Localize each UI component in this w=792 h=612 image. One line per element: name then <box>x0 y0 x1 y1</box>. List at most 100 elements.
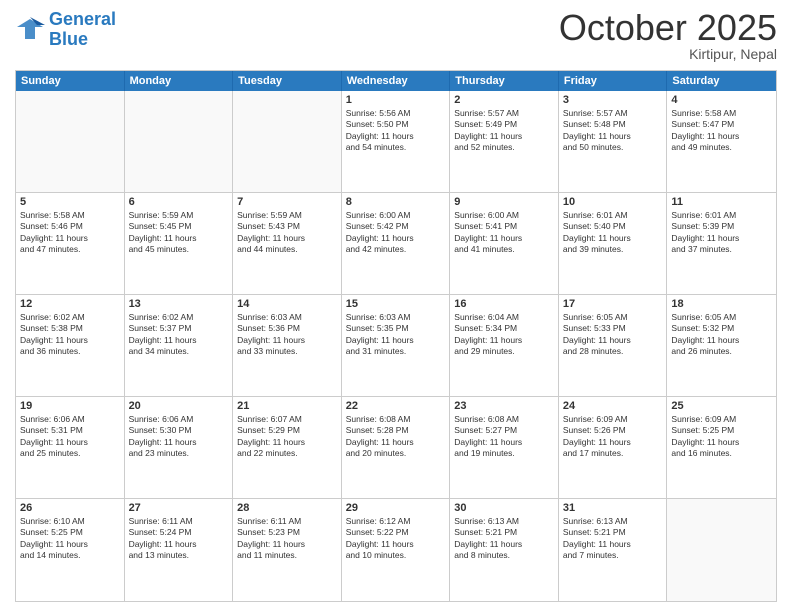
day-number: 30 <box>454 502 554 514</box>
calendar-page: General Blue October 2025 Kirtipur, Nepa… <box>0 0 792 612</box>
day-number: 14 <box>237 298 337 310</box>
day-number: 4 <box>671 94 772 106</box>
day-number: 7 <box>237 196 337 208</box>
calendar-week-1: 1 Sunrise: 5:56 AM Sunset: 5:50 PM Daylig… <box>16 91 776 193</box>
header: General Blue October 2025 Kirtipur, Nepa… <box>15 10 777 62</box>
day-number: 24 <box>563 400 663 412</box>
day-cell-7: 7 Sunrise: 5:59 AM Sunset: 5:43 PM Daylig… <box>233 193 342 294</box>
day-cell-21: 21 Sunrise: 6:07 AM Sunset: 5:29 PM Dayli… <box>233 397 342 498</box>
day-info: Sunrise: 6:02 AM Sunset: 5:38 PM Dayligh… <box>20 312 120 358</box>
day-number: 11 <box>671 196 772 208</box>
day-number: 8 <box>346 196 446 208</box>
day-cell-2: 2 Sunrise: 5:57 AM Sunset: 5:49 PM Daylig… <box>450 91 559 192</box>
day-number: 9 <box>454 196 554 208</box>
day-number: 25 <box>671 400 772 412</box>
header-day-sunday: Sunday <box>16 71 125 91</box>
day-info: Sunrise: 6:04 AM Sunset: 5:34 PM Dayligh… <box>454 312 554 358</box>
title-block: October 2025 Kirtipur, Nepal <box>559 10 777 62</box>
day-number: 23 <box>454 400 554 412</box>
day-info: Sunrise: 6:13 AM Sunset: 5:21 PM Dayligh… <box>563 516 663 562</box>
logo: General Blue <box>15 10 116 50</box>
day-cell-14: 14 Sunrise: 6:03 AM Sunset: 5:36 PM Dayli… <box>233 295 342 396</box>
logo-icon <box>15 17 45 42</box>
logo-text-general: General <box>49 10 116 30</box>
empty-cell <box>233 91 342 192</box>
day-info: Sunrise: 6:10 AM Sunset: 5:25 PM Dayligh… <box>20 516 120 562</box>
day-info: Sunrise: 6:08 AM Sunset: 5:28 PM Dayligh… <box>346 414 446 460</box>
day-info: Sunrise: 6:05 AM Sunset: 5:32 PM Dayligh… <box>671 312 772 358</box>
day-info: Sunrise: 6:12 AM Sunset: 5:22 PM Dayligh… <box>346 516 446 562</box>
day-cell-31: 31 Sunrise: 6:13 AM Sunset: 5:21 PM Dayli… <box>559 499 668 601</box>
day-info: Sunrise: 5:57 AM Sunset: 5:48 PM Dayligh… <box>563 108 663 154</box>
day-info: Sunrise: 6:00 AM Sunset: 5:42 PM Dayligh… <box>346 210 446 256</box>
day-info: Sunrise: 6:06 AM Sunset: 5:30 PM Dayligh… <box>129 414 229 460</box>
day-number: 31 <box>563 502 663 514</box>
day-info: Sunrise: 6:03 AM Sunset: 5:35 PM Dayligh… <box>346 312 446 358</box>
day-number: 5 <box>20 196 120 208</box>
day-number: 2 <box>454 94 554 106</box>
day-number: 6 <box>129 196 229 208</box>
day-number: 28 <box>237 502 337 514</box>
empty-cell <box>667 499 776 601</box>
day-cell-16: 16 Sunrise: 6:04 AM Sunset: 5:34 PM Dayli… <box>450 295 559 396</box>
day-info: Sunrise: 6:01 AM Sunset: 5:40 PM Dayligh… <box>563 210 663 256</box>
day-number: 20 <box>129 400 229 412</box>
location: Kirtipur, Nepal <box>559 46 777 62</box>
header-day-monday: Monday <box>125 71 234 91</box>
day-info: Sunrise: 6:13 AM Sunset: 5:21 PM Dayligh… <box>454 516 554 562</box>
day-number: 10 <box>563 196 663 208</box>
day-cell-27: 27 Sunrise: 6:11 AM Sunset: 5:24 PM Dayli… <box>125 499 234 601</box>
day-info: Sunrise: 6:08 AM Sunset: 5:27 PM Dayligh… <box>454 414 554 460</box>
day-cell-9: 9Sunrise: 6:00 AM Sunset: 5:41 PM Daylig… <box>450 193 559 294</box>
day-cell-11: 11Sunrise: 6:01 AM Sunset: 5:39 PM Dayli… <box>667 193 776 294</box>
empty-cell <box>16 91 125 192</box>
day-cell-25: 25 Sunrise: 6:09 AM Sunset: 5:25 PM Dayli… <box>667 397 776 498</box>
day-info: Sunrise: 5:57 AM Sunset: 5:49 PM Dayligh… <box>454 108 554 154</box>
day-cell-18: 18Sunrise: 6:05 AM Sunset: 5:32 PM Dayli… <box>667 295 776 396</box>
day-info: Sunrise: 5:59 AM Sunset: 5:43 PM Dayligh… <box>237 210 337 256</box>
day-info: Sunrise: 5:58 AM Sunset: 5:46 PM Dayligh… <box>20 210 120 256</box>
day-info: Sunrise: 6:07 AM Sunset: 5:29 PM Dayligh… <box>237 414 337 460</box>
day-cell-17: 17 Sunrise: 6:05 AM Sunset: 5:33 PM Dayli… <box>559 295 668 396</box>
header-day-tuesday: Tuesday <box>233 71 342 91</box>
header-day-friday: Friday <box>559 71 668 91</box>
calendar-week-3: 12Sunrise: 6:02 AM Sunset: 5:38 PM Dayli… <box>16 295 776 397</box>
calendar-week-5: 26Sunrise: 6:10 AM Sunset: 5:25 PM Dayli… <box>16 499 776 601</box>
day-cell-20: 20 Sunrise: 6:06 AM Sunset: 5:30 PM Dayli… <box>125 397 234 498</box>
day-number: 22 <box>346 400 446 412</box>
day-number: 1 <box>346 94 446 106</box>
day-number: 27 <box>129 502 229 514</box>
day-cell-4: 4 Sunrise: 5:58 AM Sunset: 5:47 PM Daylig… <box>667 91 776 192</box>
empty-cell <box>125 91 234 192</box>
day-cell-5: 5 Sunrise: 5:58 AM Sunset: 5:46 PM Daylig… <box>16 193 125 294</box>
day-info: Sunrise: 6:06 AM Sunset: 5:31 PM Dayligh… <box>20 414 120 460</box>
day-cell-30: 30 Sunrise: 6:13 AM Sunset: 5:21 PM Dayli… <box>450 499 559 601</box>
calendar: SundayMondayTuesdayWednesdayThursdayFrid… <box>15 70 777 602</box>
day-number: 15 <box>346 298 446 310</box>
day-number: 3 <box>563 94 663 106</box>
header-day-thursday: Thursday <box>450 71 559 91</box>
day-cell-6: 6Sunrise: 5:59 AM Sunset: 5:45 PM Daylig… <box>125 193 234 294</box>
day-cell-23: 23 Sunrise: 6:08 AM Sunset: 5:27 PM Dayli… <box>450 397 559 498</box>
day-info: Sunrise: 6:09 AM Sunset: 5:25 PM Dayligh… <box>671 414 772 460</box>
day-number: 21 <box>237 400 337 412</box>
day-info: Sunrise: 5:58 AM Sunset: 5:47 PM Dayligh… <box>671 108 772 154</box>
calendar-week-2: 5 Sunrise: 5:58 AM Sunset: 5:46 PM Daylig… <box>16 193 776 295</box>
day-info: Sunrise: 6:05 AM Sunset: 5:33 PM Dayligh… <box>563 312 663 358</box>
day-number: 13 <box>129 298 229 310</box>
day-cell-15: 15 Sunrise: 6:03 AM Sunset: 5:35 PM Dayli… <box>342 295 451 396</box>
day-info: Sunrise: 5:56 AM Sunset: 5:50 PM Dayligh… <box>346 108 446 154</box>
day-cell-10: 10 Sunrise: 6:01 AM Sunset: 5:40 PM Dayli… <box>559 193 668 294</box>
day-cell-19: 19Sunrise: 6:06 AM Sunset: 5:31 PM Dayli… <box>16 397 125 498</box>
day-info: Sunrise: 6:02 AM Sunset: 5:37 PM Dayligh… <box>129 312 229 358</box>
day-info: Sunrise: 6:11 AM Sunset: 5:24 PM Dayligh… <box>129 516 229 562</box>
day-number: 17 <box>563 298 663 310</box>
day-info: Sunrise: 6:03 AM Sunset: 5:36 PM Dayligh… <box>237 312 337 358</box>
day-cell-3: 3 Sunrise: 5:57 AM Sunset: 5:48 PM Daylig… <box>559 91 668 192</box>
day-cell-24: 24Sunrise: 6:09 AM Sunset: 5:26 PM Dayli… <box>559 397 668 498</box>
month-title: October 2025 <box>559 10 777 46</box>
day-cell-8: 8 Sunrise: 6:00 AM Sunset: 5:42 PM Daylig… <box>342 193 451 294</box>
day-cell-28: 28Sunrise: 6:11 AM Sunset: 5:23 PM Dayli… <box>233 499 342 601</box>
day-number: 16 <box>454 298 554 310</box>
day-cell-26: 26Sunrise: 6:10 AM Sunset: 5:25 PM Dayli… <box>16 499 125 601</box>
